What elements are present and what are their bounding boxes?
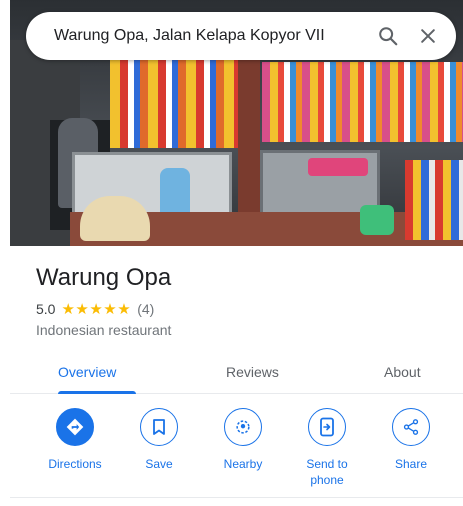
- send-to-phone-button[interactable]: Send to phone: [287, 408, 367, 488]
- save-circle: [140, 408, 178, 446]
- tab-about[interactable]: About: [384, 350, 421, 394]
- photo-hanging-snacks-left: [110, 58, 238, 148]
- rating-value: 5.0: [36, 301, 56, 317]
- directions-label: Directions: [48, 457, 102, 471]
- bottom-divider: [10, 497, 463, 498]
- tab-overview[interactable]: Overview: [58, 350, 116, 394]
- action-bar: Directions Save Nearby Send to phone Sha…: [10, 408, 463, 494]
- search-icon: [379, 27, 398, 46]
- bookmark-icon: [153, 419, 165, 435]
- review-count[interactable]: (4): [137, 301, 154, 317]
- directions-icon: [66, 418, 84, 436]
- send-to-phone-label: Send to phone: [306, 457, 348, 487]
- save-button[interactable]: Save: [119, 408, 199, 472]
- save-label: Save: [145, 457, 173, 471]
- photo-hanging-snacks-right: [262, 62, 463, 142]
- search-bar[interactable]: Warung Opa, Jalan Kelapa Kopyor VII: [26, 12, 456, 60]
- star-rating: ★★★★★: [61, 301, 132, 318]
- tab-bar: Overview Reviews About: [10, 350, 463, 394]
- share-button[interactable]: Share: [371, 408, 451, 472]
- nearby-icon: [236, 420, 250, 434]
- send-to-phone-icon: [320, 417, 334, 437]
- nearby-label: Nearby: [223, 457, 263, 471]
- left-margin: [0, 0, 10, 506]
- photo-goods: [405, 160, 463, 240]
- place-category[interactable]: Indonesian restaurant: [36, 322, 171, 338]
- nearby-circle: [224, 408, 262, 446]
- photo-jar: [360, 205, 394, 235]
- photo-basket: [308, 158, 368, 176]
- directions-circle: [56, 408, 94, 446]
- rating-row[interactable]: 5.0 ★★★★★ (4): [36, 300, 154, 318]
- share-icon: [403, 419, 419, 435]
- place-title: Warung Opa: [36, 264, 172, 291]
- close-button[interactable]: [408, 16, 448, 56]
- photo-crackers: [80, 196, 150, 241]
- share-circle: [392, 408, 430, 446]
- send-to-phone-circle: [308, 408, 346, 446]
- search-input[interactable]: Warung Opa, Jalan Kelapa Kopyor VII: [54, 27, 368, 45]
- search-button[interactable]: [368, 16, 408, 56]
- directions-button[interactable]: Directions: [35, 408, 115, 472]
- close-icon: [421, 29, 435, 43]
- active-tab-indicator: [58, 391, 136, 394]
- nearby-button[interactable]: Nearby: [203, 408, 283, 472]
- tab-reviews[interactable]: Reviews: [226, 350, 279, 394]
- share-label: Share: [394, 457, 428, 471]
